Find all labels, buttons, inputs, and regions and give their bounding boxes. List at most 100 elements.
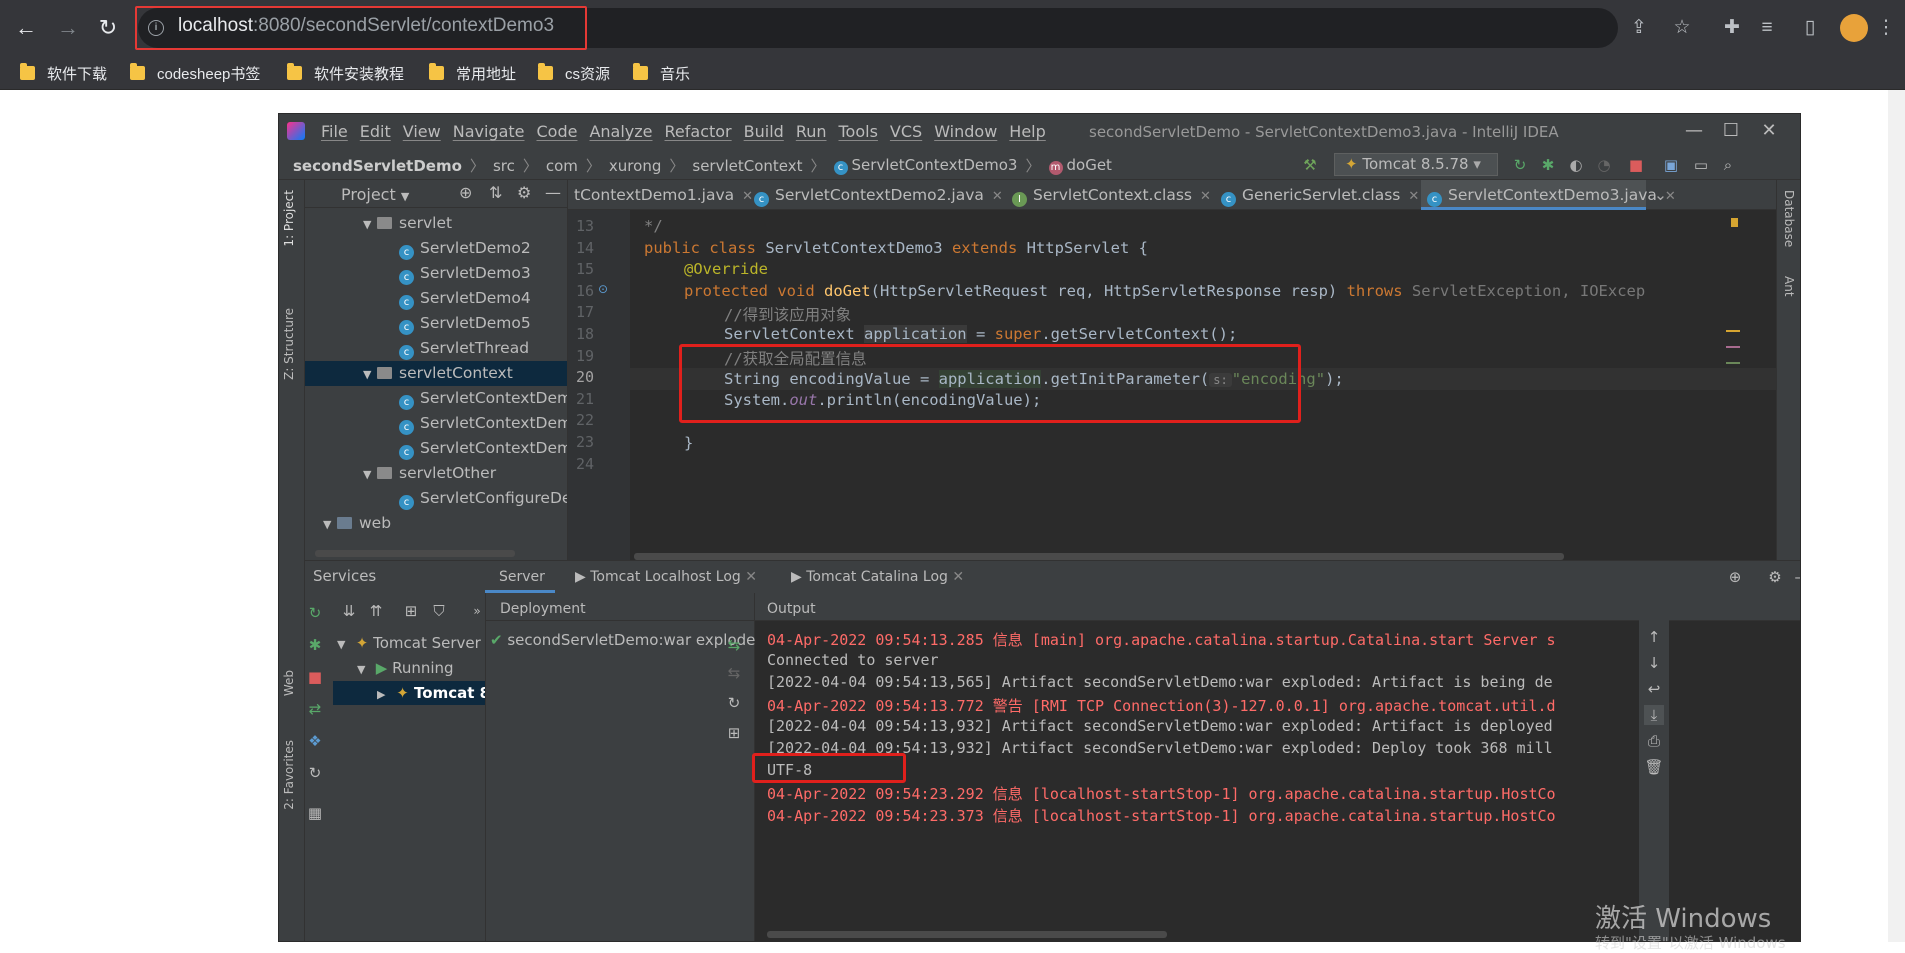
tool-tab-web[interactable]: Web [282, 670, 296, 696]
more-chevron-icon[interactable]: » [467, 601, 487, 621]
print-icon[interactable]: ⎙ [1644, 731, 1664, 751]
tool-tab-database[interactable]: Database [1782, 190, 1796, 247]
group-by-icon[interactable]: ⊞ [401, 601, 421, 621]
profile-avatar[interactable] [1840, 14, 1868, 42]
breadcrumb-com[interactable]: com [546, 157, 578, 175]
settings-gear-icon[interactable]: ⚙ [1765, 567, 1785, 587]
menu-file[interactable]: File [321, 122, 348, 141]
refresh-icon[interactable]: ↻ [724, 693, 744, 713]
menu-build[interactable]: Build [744, 122, 784, 141]
project-hscrollbar[interactable] [315, 550, 515, 557]
tree-item-servletcontext[interactable]: ▼ servletContext [305, 361, 567, 386]
filter-icon[interactable]: ⛉ [429, 601, 449, 621]
add-artifact-icon[interactable]: ⊞ [724, 723, 744, 743]
tree-item-web[interactable]: ▼ web [305, 511, 567, 536]
tree-item-tomcat-server[interactable]: ▼ ✦ Tomcat Server [333, 631, 485, 655]
stop-icon[interactable]: ■ [305, 667, 325, 687]
close-tab-icon[interactable]: ✕ [745, 569, 757, 585]
rerun-icon[interactable]: ↻ [1511, 156, 1529, 174]
close-tab-icon[interactable]: ✕ [992, 189, 1003, 204]
clear-trash-icon[interactable]: 🗑 [1644, 757, 1664, 777]
menu-view[interactable]: View [403, 122, 441, 141]
breadcrumb-class[interactable]: c ServletContextDemo3 [833, 156, 1017, 175]
hide-icon[interactable]: — [545, 183, 561, 202]
tree-item-class[interactable]: c ServletDemo4 [305, 286, 567, 311]
forward-arrow-icon[interactable]: → [54, 14, 82, 42]
tree-item-class[interactable]: cServletContextDemo1 [305, 386, 567, 411]
code-line-15[interactable]: @Override [684, 260, 768, 278]
side-panel-icon[interactable]: ▯ [1798, 16, 1822, 40]
reading-list-icon[interactable]: ≡ [1755, 16, 1779, 40]
menu-help[interactable]: Help [1009, 122, 1045, 141]
tab-overflow-chevron-icon[interactable]: ⌄ [1648, 180, 1667, 210]
code-line-13[interactable]: */ [644, 217, 663, 235]
tool-tab-favorites[interactable]: 2: Favorites [282, 740, 296, 810]
close-tab-icon[interactable]: ✕ [952, 569, 964, 585]
stop-icon[interactable]: ■ [1627, 156, 1645, 174]
page-scrollbar[interactable] [1888, 90, 1905, 942]
code-line-23[interactable]: } [684, 434, 693, 452]
tree-item-servlet[interactable]: ▼ servlet [305, 211, 567, 236]
tab-server[interactable]: Server [499, 569, 545, 585]
redeploy-icon[interactable]: ⇆ [724, 635, 744, 655]
tool-tab-project[interactable]: 1: Project [282, 190, 296, 247]
coverage-icon[interactable]: ◐ [1567, 156, 1585, 174]
editor-hscrollbar[interactable] [634, 553, 1564, 560]
tree-item-class[interactable]: c ServletDemo2 [305, 236, 567, 261]
project-view-select[interactable]: Project [341, 185, 396, 204]
breadcrumb-src[interactable]: src [493, 157, 515, 175]
scroll-to-end-icon[interactable]: ⤓ [1644, 705, 1664, 725]
undeploy-icon[interactable]: ⇆ [724, 663, 744, 683]
reload-icon[interactable]: ↻ [94, 14, 122, 42]
menu-edit[interactable]: Edit [360, 122, 391, 141]
maximize-icon[interactable]: ☐ [1711, 118, 1751, 144]
tab-genericservlet-class[interactable]: c GenericServlet.class ✕ [1215, 180, 1419, 210]
project-structure-icon[interactable]: ▣ [1662, 156, 1680, 174]
collapse-icon[interactable]: ⇅ [489, 183, 502, 202]
tree-item-class[interactable]: cServletContextDemo3 [305, 436, 567, 461]
extensions-icon[interactable]: ✚ [1720, 16, 1744, 40]
menu-refactor[interactable]: Refactor [665, 122, 732, 141]
collapse-all-icon[interactable]: ⇈ [366, 601, 386, 621]
tree-item-tomcat-instance[interactable]: ▶ ✦ Tomcat 8.5.7 [333, 681, 485, 705]
tab-servletcontextdemo2[interactable]: c ServletContextDemo2.java ✕ [748, 180, 1003, 210]
breadcrumb-servletcontext[interactable]: servletContext [692, 157, 802, 175]
search-icon[interactable]: ⌕ [1719, 156, 1737, 174]
locate-icon[interactable]: ⊕ [459, 183, 472, 202]
menu-window[interactable]: Window [934, 122, 997, 141]
share-icon[interactable]: ⇪ [1627, 16, 1651, 40]
hide-panel-icon[interactable]: — [1792, 567, 1801, 587]
menu-vcs[interactable]: VCS [890, 122, 922, 141]
debug-bug-icon[interactable]: ✱ [305, 635, 325, 655]
tree-item-class[interactable]: c ServletDemo5 [305, 311, 567, 336]
soft-wrap-icon[interactable]: ↩ [1644, 679, 1664, 699]
close-tab-icon[interactable]: ✕ [1408, 189, 1419, 204]
tab-servletcontextdemo3[interactable]: c ServletContextDemo3.java ✕ [1421, 180, 1676, 210]
menu-navigate[interactable]: Navigate [453, 122, 525, 141]
debug-bug-icon[interactable]: ✱ [1539, 156, 1557, 174]
terminal-icon[interactable]: ▭ [1692, 156, 1710, 174]
menu-code[interactable]: Code [537, 122, 578, 141]
profile-icon[interactable]: ◔ [1595, 156, 1613, 174]
code-line-16[interactable]: protected void doGet(HttpServletRequest … [684, 282, 1645, 300]
scroll-down-arrow-icon[interactable]: ↓ [1644, 653, 1664, 673]
bookmark-folder[interactable]: 音乐 [633, 62, 690, 84]
output-hscrollbar[interactable] [767, 931, 1167, 938]
refresh-icon[interactable]: ↻ [305, 603, 325, 623]
code-line-18[interactable]: ServletContext application = super.getSe… [724, 325, 1237, 343]
menu-tools[interactable]: Tools [839, 122, 878, 141]
menu-dots-icon[interactable]: ⋮ [1874, 16, 1898, 40]
tab-catalina-log[interactable]: ▶ Tomcat Catalina Log ✕ [791, 569, 964, 585]
tree-item-class[interactable]: c ServletThread [305, 336, 567, 361]
close-tab-icon[interactable]: ✕ [1200, 189, 1211, 204]
warning-marker-icon[interactable] [1731, 218, 1738, 227]
artifact-icon[interactable]: ❖ [305, 731, 325, 751]
breadcrumb-project[interactable]: secondServletDemo [293, 157, 462, 175]
minimize-icon[interactable]: — [1674, 118, 1714, 144]
tree-item-class[interactable]: cServletContextDemo2 [305, 411, 567, 436]
run-configuration-select[interactable]: ✦ Tomcat 8.5.78 ▾ [1334, 153, 1498, 176]
tab-servletcontext-class[interactable]: I ServletContext.class ✕ [1006, 180, 1211, 210]
back-arrow-icon[interactable]: ← [12, 14, 40, 42]
menu-run[interactable]: Run [796, 122, 827, 141]
target-icon[interactable]: ⊕ [1725, 567, 1745, 587]
